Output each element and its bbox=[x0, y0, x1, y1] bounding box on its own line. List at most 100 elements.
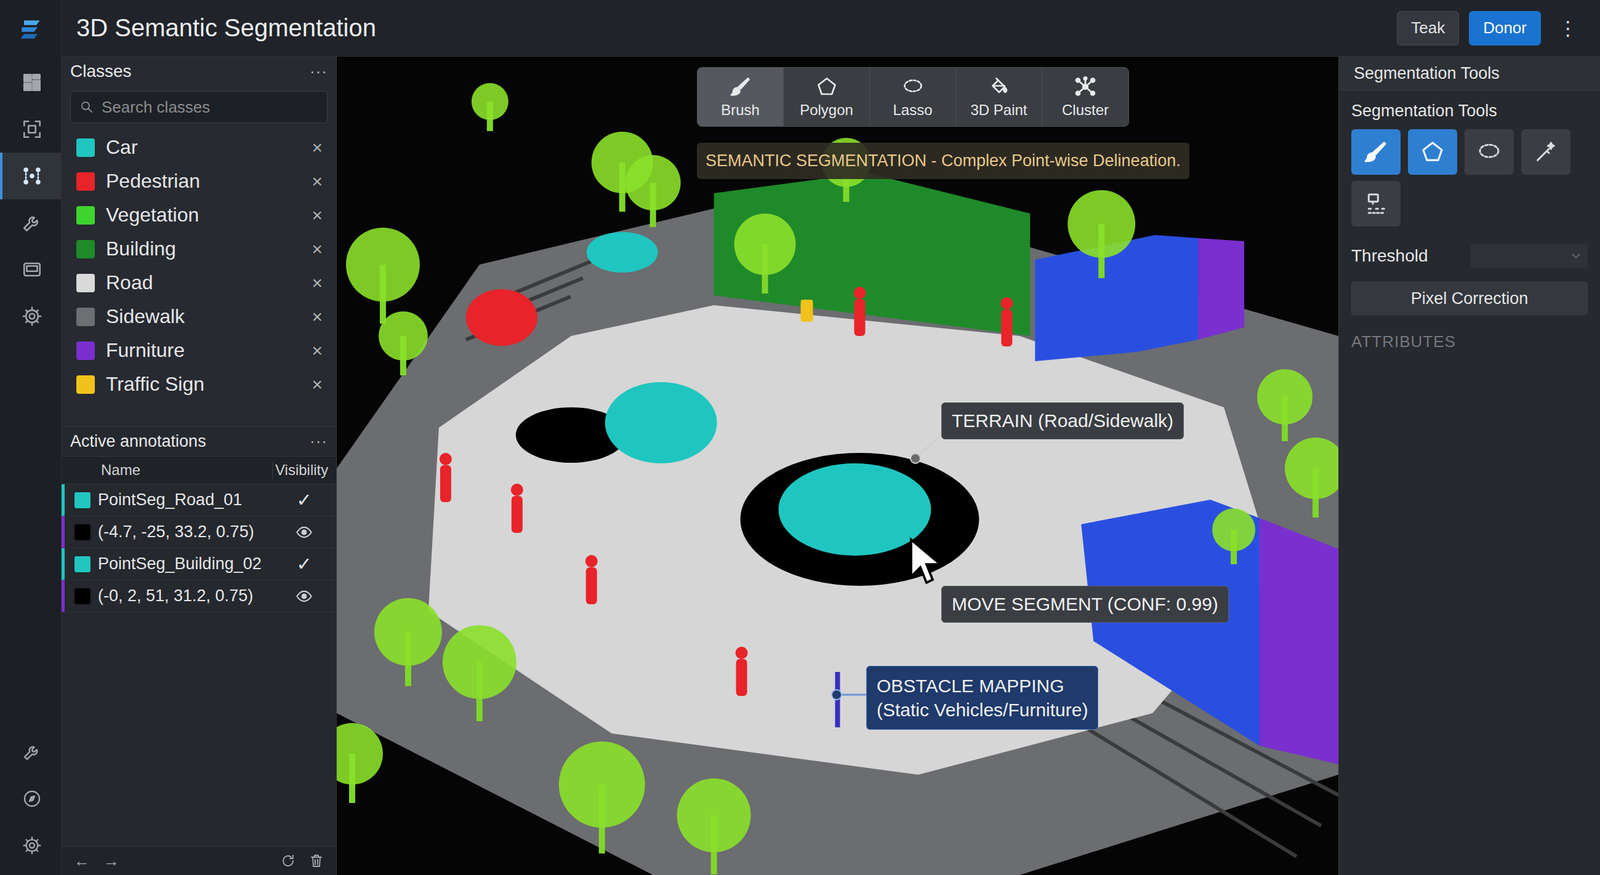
annotations-menu[interactable]: ··· bbox=[309, 432, 328, 452]
annotation-row[interactable]: PointSeg_Building_02 ✓ bbox=[61, 548, 337, 581]
rail-item[interactable] bbox=[0, 59, 62, 106]
toolbar-button[interactable]: Lasso bbox=[869, 67, 957, 127]
panel-footer: ← → bbox=[61, 846, 337, 875]
cluster-icon bbox=[1074, 75, 1097, 98]
refresh-button[interactable] bbox=[280, 853, 296, 869]
remove-button[interactable]: × bbox=[311, 306, 323, 328]
visibility-toggle[interactable] bbox=[295, 587, 313, 606]
pedestrian-segment bbox=[735, 647, 748, 697]
pedestrian-segment bbox=[439, 453, 452, 503]
more-menu[interactable]: ⋮ bbox=[1550, 16, 1586, 41]
header: 3D Semantic Segmentation TeakDonor ⋮ bbox=[61, 0, 1600, 57]
annotations-header: Active annotations ··· bbox=[61, 426, 337, 457]
remove-button[interactable]: × bbox=[311, 340, 323, 362]
check-mark[interactable]: ✓ bbox=[296, 489, 312, 511]
visibility-toggle[interactable] bbox=[295, 523, 313, 542]
segmentation-tool[interactable] bbox=[1351, 180, 1401, 227]
segmentation-tool[interactable] bbox=[1407, 129, 1458, 175]
header-button[interactable]: Donor bbox=[1468, 11, 1541, 46]
terrain-callout: TERRAIN (Road/Sidewalk) bbox=[941, 402, 1184, 440]
remove-button[interactable]: × bbox=[311, 171, 323, 193]
app-title: 3D Semantic Segmentation bbox=[76, 14, 377, 42]
class-item[interactable]: Road × bbox=[61, 265, 337, 300]
delete-button[interactable] bbox=[309, 853, 324, 869]
attributes-header: ATTRIBUTES bbox=[1351, 332, 1588, 352]
check-mark[interactable]: ✓ bbox=[296, 553, 312, 575]
pedestrian-segment bbox=[1000, 297, 1013, 347]
forward-button[interactable]: → bbox=[103, 852, 120, 872]
threshold-select[interactable] bbox=[1470, 243, 1588, 269]
annotation-swatch bbox=[74, 492, 91, 509]
back-button[interactable]: ← bbox=[73, 852, 90, 872]
toolbar-button[interactable]: 3D Paint bbox=[956, 67, 1043, 127]
pedestrian-segment bbox=[585, 555, 598, 605]
rail-item[interactable] bbox=[0, 199, 62, 247]
cursor-icon bbox=[908, 536, 945, 587]
bus-segment bbox=[1081, 499, 1260, 747]
logo-icon bbox=[17, 16, 45, 44]
toolbar-button[interactable]: Cluster bbox=[1042, 67, 1129, 127]
paint-icon bbox=[988, 75, 1011, 98]
pixel-correction-button[interactable]: Pixel Correction bbox=[1351, 281, 1588, 316]
class-item[interactable]: Furniture × bbox=[61, 333, 337, 368]
rail-item[interactable] bbox=[0, 105, 62, 153]
refresh-icon bbox=[280, 853, 296, 869]
app-window: 3D Semantic Segmentation TeakDonor ⋮ Cla… bbox=[0, 0, 1600, 875]
toolbar-button[interactable]: Polygon bbox=[783, 67, 870, 127]
box-icon bbox=[21, 259, 43, 281]
rail-item[interactable] bbox=[0, 775, 62, 823]
annotation-swatch bbox=[74, 524, 91, 541]
class-item[interactable]: Vegetation × bbox=[61, 198, 337, 233]
rail-item[interactable] bbox=[0, 152, 62, 200]
class-swatch bbox=[76, 307, 95, 327]
threshold-row: Threshold bbox=[1351, 243, 1588, 269]
annotation-row[interactable]: PointSeg_Road_01 ✓ bbox=[61, 484, 337, 517]
rail-item[interactable] bbox=[0, 822, 62, 870]
rail-item[interactable] bbox=[0, 293, 62, 340]
brush-icon bbox=[729, 75, 752, 98]
class-item[interactable]: Traffic Sign × bbox=[61, 367, 337, 402]
remove-button[interactable]: × bbox=[311, 238, 323, 260]
car-segment bbox=[605, 382, 718, 464]
class-list: Car × Pedestrian × Vegetation × Building… bbox=[61, 126, 337, 402]
remove-button[interactable]: × bbox=[311, 374, 323, 396]
chevron-icon bbox=[1569, 249, 1583, 263]
wrench-icon bbox=[21, 212, 43, 234]
rail-item[interactable] bbox=[0, 728, 62, 776]
callout-leaders bbox=[336, 56, 1339, 875]
remove-button[interactable]: × bbox=[311, 137, 323, 159]
class-item[interactable]: Sidewalk × bbox=[61, 299, 337, 334]
search-field[interactable]: Search classes bbox=[70, 91, 328, 124]
class-item[interactable]: Car × bbox=[61, 130, 337, 165]
annotation-row[interactable]: (-4.7, -25, 33.2, 0.75) bbox=[61, 516, 337, 549]
header-button[interactable]: Teak bbox=[1396, 11, 1460, 46]
traffic-sign-segment bbox=[800, 299, 814, 322]
left-panel: Classes ··· Search classes Car × Pedestr… bbox=[61, 56, 337, 875]
point-cloud-viewport[interactable]: Brush Polygon Lasso 3D Paint Cluster SEM… bbox=[336, 56, 1339, 875]
car-segment bbox=[586, 232, 659, 273]
classes-header: Classes ··· bbox=[61, 56, 337, 87]
rail-item[interactable] bbox=[0, 246, 62, 294]
toolbar-button[interactable]: Brush bbox=[697, 67, 784, 127]
classes-menu[interactable]: ··· bbox=[309, 62, 328, 82]
segmentation-tool[interactable] bbox=[1521, 129, 1571, 175]
segmentation-tool[interactable] bbox=[1464, 129, 1514, 175]
building-segment bbox=[714, 172, 1031, 337]
lasso-icon bbox=[901, 75, 925, 98]
segmentation-tool[interactable] bbox=[1351, 129, 1401, 175]
remove-button[interactable]: × bbox=[311, 205, 323, 226]
mode-banner: SEMANTIC SEGMENTATION - Complex Point-wi… bbox=[696, 142, 1190, 180]
remove-button[interactable]: × bbox=[311, 272, 323, 294]
class-item[interactable]: Building × bbox=[61, 232, 337, 266]
obstacle-callout: OBSTACLE MAPPING(Static Vehicles/Furnitu… bbox=[866, 666, 1099, 731]
brush-icon bbox=[1363, 139, 1389, 165]
polygon-icon bbox=[1420, 139, 1445, 165]
logo[interactable] bbox=[0, 12, 62, 47]
polygon-icon bbox=[815, 75, 838, 98]
class-item[interactable]: Pedestrian × bbox=[61, 164, 337, 199]
road-area bbox=[428, 305, 1275, 776]
annotation-row[interactable]: (-0, 2, 51, 31.2, 0.75) bbox=[61, 580, 337, 613]
trash-icon bbox=[309, 853, 324, 869]
tools-panel-header: Segmentation Tools bbox=[1338, 56, 1600, 91]
focus-icon bbox=[21, 118, 43, 140]
